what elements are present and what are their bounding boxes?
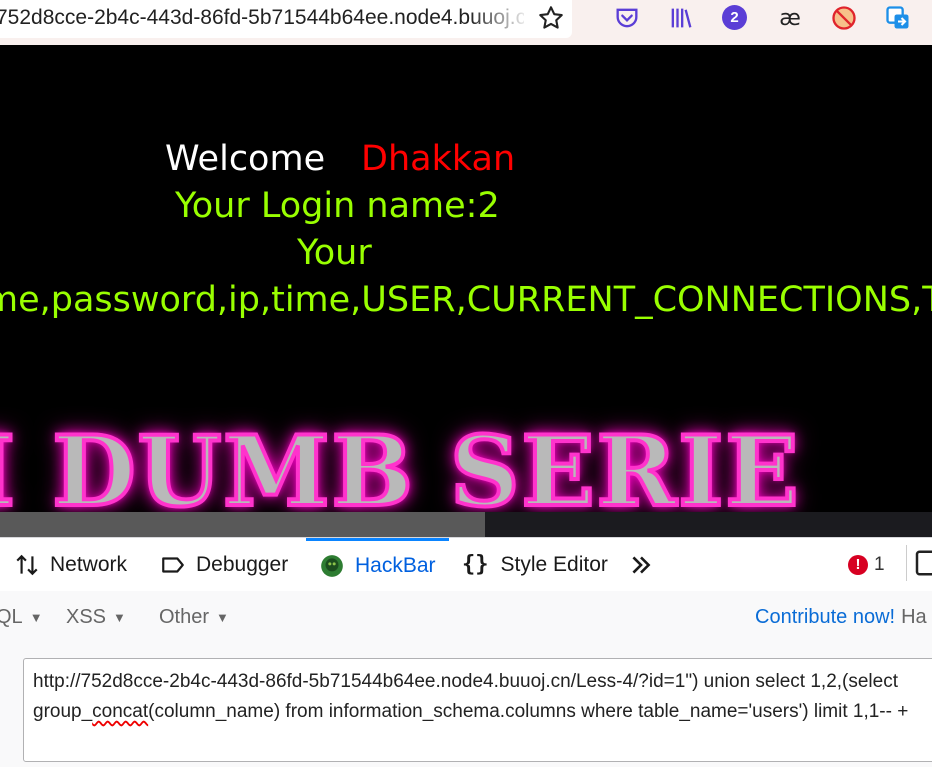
menu-sql-label: QL <box>0 605 23 628</box>
tab-network-label: Network <box>50 552 128 576</box>
tab-style-editor-label: Style Editor <box>500 552 608 576</box>
devtools-tab-bar: Network Debugger HackBar {} Style Editor… <box>0 537 932 592</box>
hackbar-menu-bar: QL ▼ XSS ▼ Other ▼ Contribute now! Ha <box>0 591 932 644</box>
hackbar-url-input[interactable]: http://752d8cce-2b4c-443d-86fd-5b71544b6… <box>23 658 932 762</box>
menu-other[interactable]: Other ▼ <box>159 591 229 643</box>
more-tabs-button[interactable] <box>628 538 664 591</box>
tab-style-editor[interactable]: {} Style Editor <box>462 538 608 591</box>
menu-sql[interactable]: QL ▼ <box>0 591 43 643</box>
tab-hackbar-label: HackBar <box>355 554 436 577</box>
user-name-text: Dhakkan <box>361 139 516 179</box>
contribute-tail-text: Ha <box>901 605 927 628</box>
page-viewport: Welcome Dhakkan Your Login name:2 Your m… <box>0 45 932 512</box>
contribute-link[interactable]: Contribute now! <box>755 606 895 629</box>
browser-toolbar: 752d8cce-2b4c-443d-86fd-5b71544b64ee.nod… <box>0 0 932 45</box>
login-name-text: Your Login name:2 <box>175 186 500 226</box>
url-misspelled-word: concat <box>92 701 149 722</box>
password-label-text: Your <box>297 233 372 273</box>
bookmark-star-icon[interactable] <box>537 4 565 32</box>
hackbar-icon <box>321 555 343 577</box>
url-part2: (column_name) from information_schema.co… <box>148 701 909 722</box>
ae-extension-icon[interactable]: æ <box>776 4 804 32</box>
debugger-icon <box>162 556 184 573</box>
chevron-down-icon: ▼ <box>216 609 229 625</box>
blocked-extension-icon[interactable] <box>830 4 858 32</box>
tab-hackbar[interactable]: HackBar <box>306 538 449 591</box>
horizontal-scrollbar[interactable] <box>0 512 932 537</box>
error-icon: ! <box>848 554 868 575</box>
error-count-value: 1 <box>874 553 885 575</box>
tab-debugger-label: Debugger <box>196 552 289 576</box>
address-bar[interactable]: 752d8cce-2b4c-443d-86fd-5b71544b64ee.nod… <box>0 0 572 38</box>
chevron-double-right-icon <box>632 555 651 574</box>
contribute-area: Contribute now! Ha <box>755 591 927 643</box>
address-bar-url[interactable]: 752d8cce-2b4c-443d-86fd-5b71544b64ee.nod… <box>0 6 524 30</box>
style-editor-icon: {} <box>462 552 489 577</box>
password-value-text: me,password,ip,time,USER,CURRENT_CONNECT… <box>0 280 932 320</box>
hackbar-body: http://752d8cce-2b4c-443d-86fd-5b71544b6… <box>0 643 932 767</box>
scrollbar-thumb[interactable] <box>0 512 485 537</box>
menu-xss[interactable]: XSS ▼ <box>66 591 126 643</box>
tab-network[interactable]: Network <box>14 538 127 591</box>
chevron-down-icon: ▼ <box>113 609 126 625</box>
network-icon <box>16 554 38 575</box>
menu-xss-label: XSS <box>66 605 107 628</box>
menu-other-label: Other <box>159 605 210 628</box>
screenshot-icon[interactable] <box>884 4 912 32</box>
tab-debugger[interactable]: Debugger <box>160 538 288 591</box>
error-counter[interactable]: ! 1 <box>848 538 885 591</box>
dumb-series-banner: I DUMB SERIE <box>0 415 801 513</box>
chevron-down-icon: ▼ <box>29 609 43 625</box>
extension-badge-icon[interactable]: 2 <box>722 5 747 30</box>
address-bar-fade <box>470 4 530 32</box>
dock-side-icon[interactable] <box>906 545 932 581</box>
welcome-text: Welcome <box>165 139 326 179</box>
pocket-icon[interactable] <box>613 4 641 32</box>
library-icon[interactable] <box>667 4 695 32</box>
